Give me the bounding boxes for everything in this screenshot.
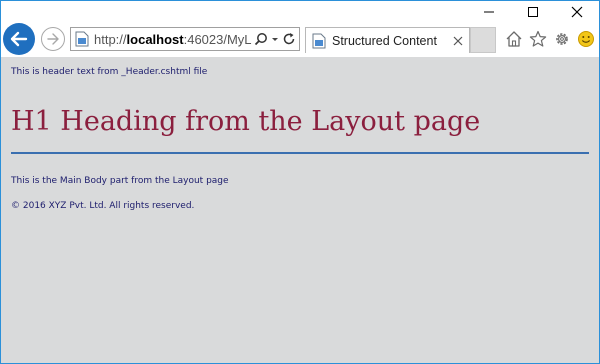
tab-title: Structured Content [332, 33, 437, 48]
favorites-button[interactable] [528, 29, 548, 49]
close-tab-icon[interactable] [453, 36, 463, 46]
minimize-button[interactable] [466, 1, 512, 23]
footer-text: © 2016 XYZ Pvt. Ltd. All rights reserved… [11, 201, 195, 211]
close-icon [571, 6, 583, 18]
star-icon [529, 30, 547, 47]
title-bar [1, 1, 599, 23]
navigation-bar: http://localhost:46023/MyLayc [1, 23, 599, 57]
page-content: This is header text from _Header.cshtml … [1, 57, 599, 363]
home-button[interactable] [504, 29, 524, 49]
body-text: This is the Main Body part from the Layo… [11, 176, 229, 186]
search-icon[interactable] [254, 32, 268, 46]
close-window-button[interactable] [554, 1, 600, 23]
url-text[interactable]: http://localhost:46023/MyLayc [94, 32, 252, 47]
maximize-icon [528, 7, 538, 17]
gear-icon [556, 33, 568, 45]
page-heading: H1 Heading from the Layout page [11, 106, 481, 137]
refresh-icon[interactable] [282, 32, 296, 46]
address-bar[interactable]: http://localhost:46023/MyLayc [70, 27, 300, 51]
forward-arrow-icon [47, 33, 59, 45]
browser-window: http://localhost:46023/MyLayc [0, 0, 600, 364]
feedback-button[interactable] [576, 29, 596, 49]
back-button[interactable] [3, 23, 35, 55]
maximize-button[interactable] [510, 1, 556, 23]
page-icon [75, 31, 89, 47]
settings-button[interactable] [552, 29, 572, 49]
forward-button[interactable] [41, 27, 65, 51]
tab-structured-content[interactable]: Structured Content [305, 27, 470, 53]
smiley-icon [578, 31, 594, 47]
horizontal-rule [11, 152, 589, 154]
minimize-icon [484, 11, 494, 13]
home-icon [506, 31, 522, 47]
new-tab-button[interactable] [470, 27, 496, 53]
chevron-down-icon[interactable] [271, 32, 279, 46]
back-arrow-icon [10, 31, 28, 47]
page-icon [312, 33, 326, 48]
header-text: This is header text from _Header.cshtml … [11, 67, 208, 77]
